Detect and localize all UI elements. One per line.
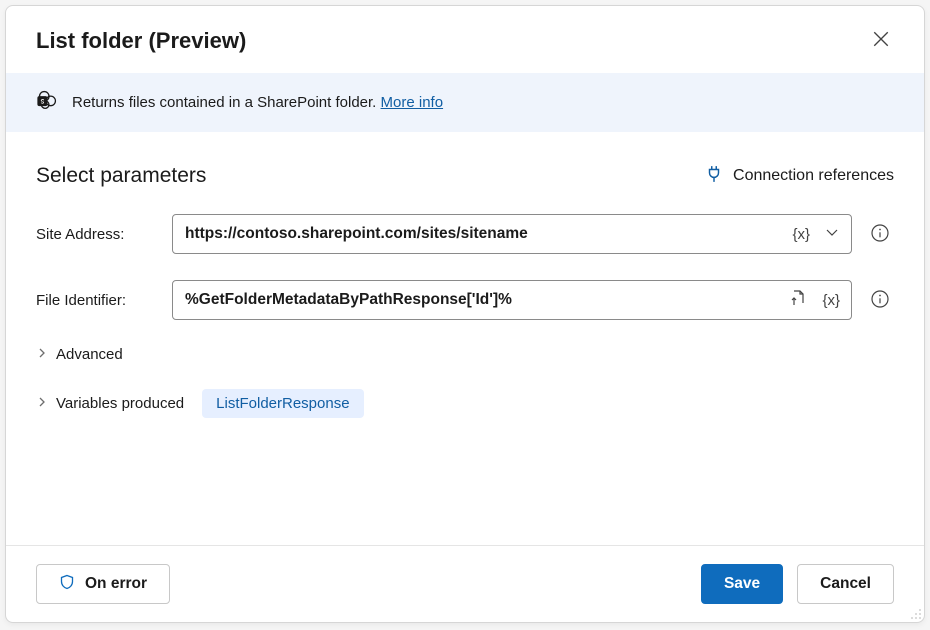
variables-produced-label: Variables produced	[56, 395, 184, 412]
info-description-text: Returns files contained in a SharePoint …	[72, 94, 381, 111]
on-error-button[interactable]: On error	[36, 564, 170, 604]
file-identifier-label: File Identifier:	[36, 292, 158, 309]
info-description: Returns files contained in a SharePoint …	[72, 94, 443, 111]
field-file-identifier: File Identifier: {x}	[36, 280, 894, 320]
save-label: Save	[724, 575, 760, 593]
chevron-right-icon	[36, 395, 48, 412]
sharepoint-icon	[36, 89, 58, 116]
parameters-header-row: Select parameters Connection references	[36, 164, 894, 188]
variable-chip[interactable]: ListFolderResponse	[202, 389, 363, 418]
info-icon	[870, 297, 890, 312]
dialog-header: List folder (Preview)	[6, 6, 924, 73]
plug-icon	[705, 165, 723, 188]
dialog-footer: On error Save Cancel	[6, 545, 924, 622]
advanced-toggle[interactable]: Advanced	[36, 346, 894, 363]
info-strip: Returns files contained in a SharePoint …	[6, 73, 924, 132]
file-upload-icon	[790, 289, 808, 311]
field-site-address: Site Address: {x}	[36, 214, 894, 254]
dialog-title: List folder (Preview)	[36, 28, 246, 54]
chevron-down-icon	[824, 224, 840, 244]
variable-icon: {x}	[792, 226, 810, 243]
dropdown-button[interactable]	[819, 220, 845, 248]
section-title: Select parameters	[36, 164, 206, 188]
chevron-right-icon	[36, 346, 48, 363]
dialog: List folder (Preview) Returns files cont…	[5, 5, 925, 623]
file-identifier-input[interactable]	[185, 291, 781, 309]
connection-references-label: Connection references	[733, 167, 894, 185]
connection-references-button[interactable]: Connection references	[705, 165, 894, 188]
variables-produced-toggle[interactable]: Variables produced ListFolderResponse	[36, 389, 894, 418]
cancel-button[interactable]: Cancel	[797, 564, 894, 604]
close-button[interactable]	[868, 26, 894, 55]
shield-icon	[59, 574, 75, 595]
insert-variable-button-2[interactable]: {x}	[817, 288, 845, 313]
close-icon	[872, 36, 890, 51]
save-button[interactable]: Save	[701, 564, 783, 604]
site-address-info-button[interactable]	[866, 219, 894, 250]
on-error-label: On error	[85, 575, 147, 593]
site-address-label: Site Address:	[36, 226, 158, 243]
site-address-input-wrap: {x}	[172, 214, 852, 254]
insert-variable-button[interactable]: {x}	[787, 222, 815, 247]
cancel-label: Cancel	[820, 575, 871, 593]
more-info-link[interactable]: More info	[381, 94, 444, 111]
site-address-input[interactable]	[185, 225, 783, 243]
info-icon	[870, 231, 890, 246]
file-picker-button[interactable]	[785, 285, 813, 315]
file-identifier-input-wrap: {x}	[172, 280, 852, 320]
advanced-label: Advanced	[56, 346, 123, 363]
variable-icon: {x}	[822, 292, 840, 309]
dialog-body: Select parameters Connection references …	[6, 132, 924, 545]
file-identifier-info-button[interactable]	[866, 285, 894, 316]
resize-grip-icon[interactable]	[908, 606, 922, 620]
